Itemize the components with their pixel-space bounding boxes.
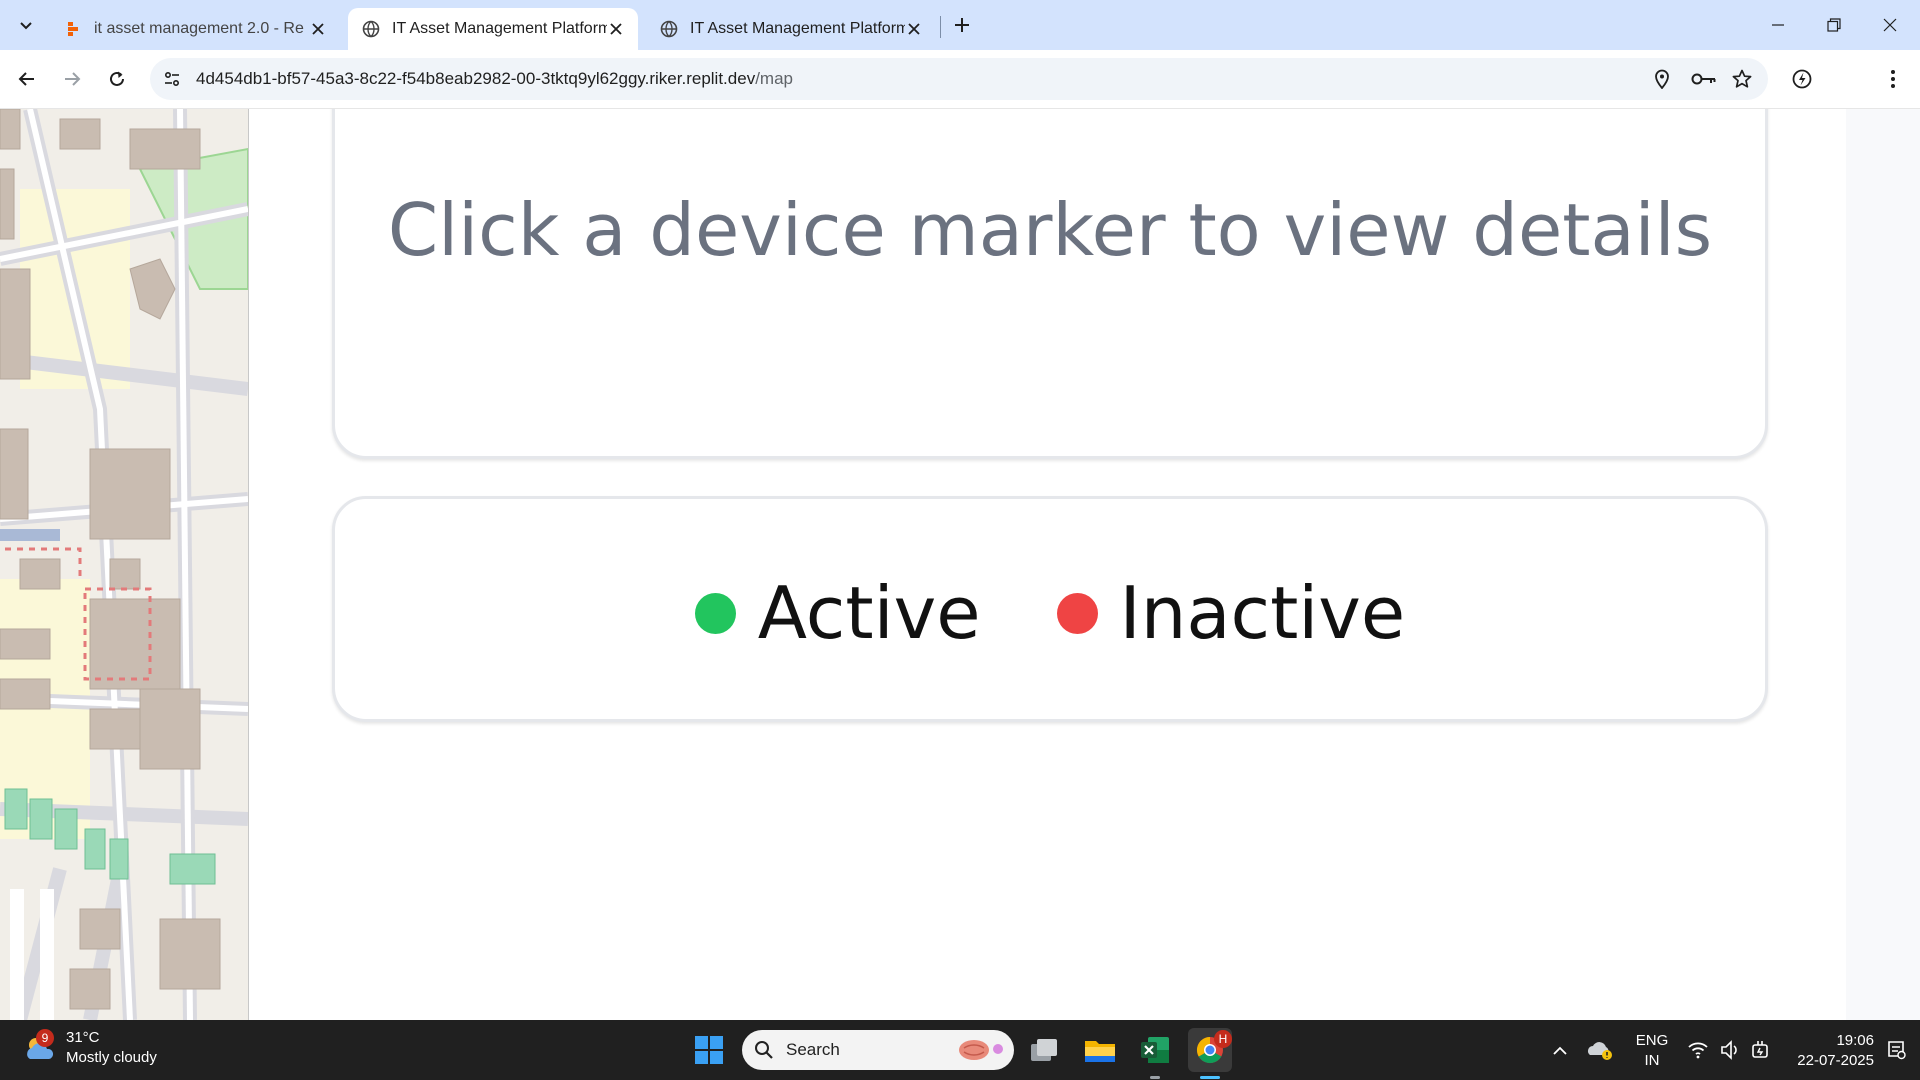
file-explorer-button[interactable] (1078, 1028, 1122, 1072)
excel-running-indicator (1150, 1076, 1160, 1079)
tab-it-asset-active[interactable]: IT Asset Management Platform (348, 8, 638, 50)
windows-taskbar: 9 31°C Mostly cloudy Search H ENG IN 19:… (0, 1020, 1920, 1080)
forward-button[interactable] (54, 61, 90, 97)
more-menu-icon[interactable] (1879, 65, 1907, 93)
weather-badge: 9 (36, 1029, 54, 1047)
task-view-icon (1031, 1039, 1057, 1061)
close-icon[interactable] (308, 19, 328, 39)
start-button[interactable] (687, 1028, 731, 1072)
temperature: 31°C (66, 1029, 100, 1046)
search-placeholder: Search (786, 1040, 840, 1059)
tab-it-asset-second[interactable]: IT Asset Management Platform (646, 8, 936, 50)
tab-separator (940, 16, 941, 38)
search-icon (755, 1041, 773, 1059)
close-icon[interactable] (606, 19, 626, 39)
arrow-right-icon (65, 72, 81, 86)
language-code: ENG (1635, 1032, 1669, 1049)
bookmark-star-icon[interactable] (1730, 67, 1754, 91)
weather-icon: 9 (22, 1029, 56, 1065)
reload-button[interactable] (99, 61, 135, 97)
weather-widget[interactable]: 9 31°C Mostly cloudy (22, 1028, 157, 1068)
show-hidden-icons-button[interactable] (1540, 1028, 1580, 1072)
globe-icon (362, 20, 380, 38)
chevron-up-icon (1553, 1046, 1567, 1055)
page-viewport: Click a device marker to view details Ac… (0, 109, 1920, 1020)
windows-logo-icon (695, 1036, 723, 1064)
cloud-warning-icon (1588, 1042, 1612, 1060)
folder-icon (1085, 1041, 1115, 1062)
legend-item-active: Active (694, 571, 981, 655)
excel-icon (1141, 1037, 1169, 1063)
search-highlight-icon (959, 1040, 1003, 1060)
tab-replit[interactable]: it asset management 2.0 - Replit (50, 8, 340, 50)
page-side-area (1846, 109, 1920, 1020)
chrome-button[interactable]: H (1188, 1028, 1232, 1072)
close-window-button[interactable] (1862, 0, 1918, 50)
onedrive-button[interactable] (1580, 1028, 1620, 1072)
reload-icon (110, 71, 124, 86)
excel-button[interactable] (1133, 1028, 1177, 1072)
close-icon[interactable] (904, 19, 924, 39)
language-region: IN (1644, 1052, 1660, 1069)
performance-icon[interactable] (1788, 65, 1816, 93)
location-pin-icon[interactable] (1650, 67, 1674, 91)
tab-strip: it asset management 2.0 - Replit IT Asse… (0, 0, 1920, 50)
password-key-icon[interactable] (1689, 67, 1719, 91)
wifi-icon (1688, 1042, 1708, 1059)
plus-icon (955, 18, 969, 32)
tab-title: IT Asset Management Platform (392, 20, 607, 37)
map-view[interactable] (0, 109, 249, 1020)
map-tiles (0, 109, 248, 1020)
quick-settings-button[interactable] (1684, 1028, 1784, 1072)
url-path: /map (755, 69, 793, 88)
legend-label: Inactive (1119, 571, 1406, 655)
legend: Active Inactive (335, 571, 1765, 655)
replit-icon (64, 20, 82, 38)
restore-icon (1827, 18, 1841, 32)
address-bar[interactable]: 4d454db1-bf57-45a3-8c22-f54b8eab2982-00-… (150, 58, 1768, 100)
url-text: 4d454db1-bf57-45a3-8c22-f54b8eab2982-00-… (196, 69, 793, 89)
active-status-dot (694, 592, 736, 634)
legend-label: Active (757, 571, 981, 655)
status-legend-card: Active Inactive (332, 496, 1768, 722)
weather-condition: Mostly cloudy (66, 1049, 157, 1066)
chrome-running-indicator (1200, 1076, 1220, 1079)
minimize-icon (1772, 24, 1784, 26)
tab-title: it asset management 2.0 - Replit (94, 20, 304, 37)
clock-date: 22-07-2025 (1797, 1052, 1874, 1069)
speaker-icon (1721, 1040, 1737, 1060)
globe-icon (660, 20, 678, 38)
language-indicator[interactable]: ENG IN (1628, 1031, 1676, 1071)
taskbar-search[interactable]: Search (742, 1030, 1014, 1070)
task-view-button[interactable] (1022, 1028, 1066, 1072)
tab-search-button[interactable] (10, 9, 42, 41)
site-info-icon[interactable] (160, 67, 184, 91)
new-tab-button[interactable] (946, 9, 978, 41)
device-details-card: Click a device marker to view details (332, 109, 1768, 459)
clock[interactable]: 19:06 22-07-2025 (1784, 1031, 1874, 1071)
clock-time: 19:06 (1836, 1032, 1874, 1049)
legend-item-inactive: Inactive (1056, 571, 1406, 655)
url-host: 4d454db1-bf57-45a3-8c22-f54b8eab2982-00-… (196, 69, 756, 88)
tab-title: IT Asset Management Platform (690, 20, 905, 37)
details-placeholder: Click a device marker to view details (387, 188, 1713, 272)
arrow-left-icon (18, 72, 34, 86)
notifications-button[interactable] (1876, 1028, 1916, 1072)
chrome-profile-badge: H (1214, 1030, 1232, 1048)
browser-toolbar: 4d454db1-bf57-45a3-8c22-f54b8eab2982-00-… (0, 50, 1920, 142)
battery-plug-icon (1752, 1041, 1768, 1058)
inactive-status-dot (1056, 592, 1098, 634)
notification-settings-icon (1888, 1041, 1906, 1060)
minimize-button[interactable] (1750, 0, 1806, 50)
back-button[interactable] (9, 61, 45, 97)
restore-button[interactable] (1806, 0, 1862, 50)
close-icon (1883, 18, 1897, 32)
chevron-down-icon (20, 22, 32, 30)
